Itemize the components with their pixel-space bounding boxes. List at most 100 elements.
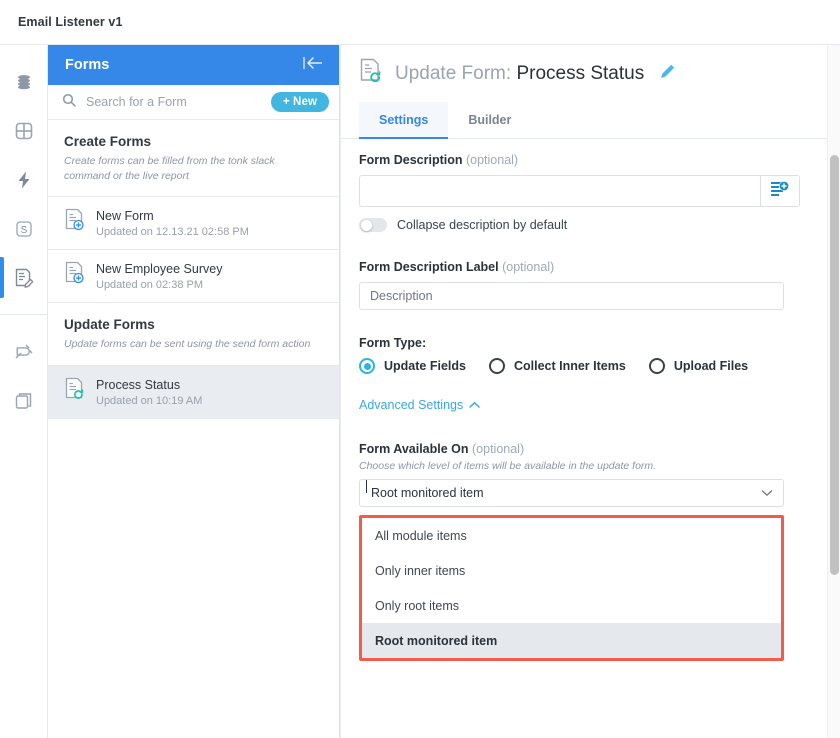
form-description-label-field-label: Form Description Label (optional) — [359, 260, 800, 274]
group-subtitle: Create forms can be filled from the tonk… — [64, 154, 323, 184]
collapse-description-toggle[interactable] — [359, 218, 387, 232]
s-badge-icon: S — [14, 219, 34, 239]
form-available-on-select[interactable]: Root monitored item — [359, 479, 784, 507]
page-title-value: Process Status — [516, 63, 644, 84]
form-description-input[interactable] — [359, 175, 760, 207]
rail-item-automations[interactable] — [0, 155, 47, 204]
insert-dynamic-value-button[interactable] — [760, 175, 800, 207]
radio-collect-inner-items[interactable] — [489, 358, 505, 374]
collapse-description-toggle-row: Collapse description by default — [359, 218, 800, 232]
tab-builder[interactable]: Builder — [448, 102, 531, 138]
settings-content: Form Description (optional) — [341, 139, 840, 738]
database-icon — [14, 72, 34, 92]
advanced-settings-toggle[interactable]: Advanced Settings — [359, 398, 480, 412]
radio-label-update-fields[interactable]: Update Fields — [384, 359, 466, 373]
form-add-icon — [64, 208, 86, 237]
tab-bar: Settings Builder — [341, 102, 840, 139]
window-title: Email Listener v1 — [18, 15, 123, 29]
chevron-up-icon — [469, 398, 480, 412]
form-available-on-hint: Choose which level of items will be avai… — [359, 460, 800, 472]
form-available-on-label: Form Available On (optional) — [359, 442, 800, 456]
forms-panel: Forms + New — [48, 45, 340, 738]
forms-search-row: + New — [48, 85, 339, 120]
app-body: S — [0, 45, 840, 738]
dropdown-option-only-inner-items[interactable]: Only inner items — [362, 553, 781, 588]
group-title: Update Forms — [64, 317, 323, 332]
group-subtitle: Update forms can be sent using the send … — [64, 337, 323, 352]
rail-item-s-badge[interactable]: S — [0, 204, 47, 253]
dropdown-option-all-module-items[interactable]: All module items — [362, 518, 781, 553]
copy-layers-icon — [14, 391, 34, 411]
chevron-down-icon — [761, 486, 773, 500]
form-available-on-selected-value: Root monitored item — [371, 486, 484, 500]
edit-title-button[interactable] — [659, 63, 676, 85]
collapse-left-icon — [301, 55, 325, 76]
collapse-description-toggle-label: Collapse description by default — [397, 218, 567, 232]
form-type-radio-group: Update Fields Collect Inner Items Upload… — [359, 358, 800, 374]
list-item-meta: Updated on 02:38 PM — [96, 279, 222, 291]
new-form-button[interactable]: + New — [271, 92, 329, 112]
form-description-label-text: Form Description — [359, 153, 463, 167]
list-item-text: Process Status Updated on 10:19 AM — [96, 377, 202, 407]
tab-settings[interactable]: Settings — [359, 102, 448, 138]
form-description-label-optional: (optional) — [502, 260, 554, 274]
form-add-icon — [64, 261, 86, 290]
form-available-on-dropdown: All module items Only inner items Only r… — [359, 515, 784, 661]
list-item-name: New Employee Survey — [96, 262, 222, 276]
toggle-knob — [361, 220, 372, 231]
form-description-label-text-2: Form Description Label — [359, 260, 499, 274]
board-grid-icon — [14, 121, 34, 141]
list-item[interactable]: New Form Updated on 12.13.21 02:58 PM — [48, 197, 339, 250]
list-item-name: New Form — [96, 209, 249, 223]
main-header: Update Form: Process Status — [341, 45, 840, 102]
form-description-optional: (optional) — [466, 153, 518, 167]
search-icon — [62, 93, 76, 112]
list-item[interactable]: New Employee Survey Updated on 02:38 PM — [48, 250, 339, 303]
rail-divider — [0, 314, 47, 315]
form-update-icon — [359, 58, 384, 90]
form-description-row — [359, 175, 800, 207]
rail-item-database[interactable] — [0, 57, 47, 106]
rail-item-boards[interactable] — [0, 106, 47, 155]
main-pane: Update Form: Process Status Settings Bui… — [340, 45, 840, 738]
dropdown-option-root-monitored-item[interactable]: Root monitored item — [362, 623, 781, 658]
forms-panel-header: Forms — [48, 45, 339, 85]
plug-connector-icon — [13, 341, 34, 362]
forms-panel-title: Forms — [65, 57, 109, 73]
radio-update-fields[interactable] — [359, 358, 375, 374]
form-type-label: Form Type: — [359, 336, 800, 350]
group-title: Create Forms — [64, 134, 323, 149]
list-item-text: New Employee Survey Updated on 02:38 PM — [96, 261, 222, 291]
form-available-on-optional: (optional) — [472, 442, 524, 456]
rail-item-integrations[interactable] — [0, 327, 47, 376]
page-title: Update Form: Process Status — [395, 63, 644, 85]
search-input[interactable] — [84, 94, 263, 110]
group-header-update-forms: Update Forms Update forms can be sent us… — [48, 303, 339, 365]
form-edit-icon — [13, 267, 34, 288]
svg-text:S: S — [20, 225, 27, 236]
window-title-bar: Email Listener v1 — [0, 0, 840, 45]
list-item-meta: Updated on 12.13.21 02:58 PM — [96, 226, 249, 238]
form-description-label-input[interactable] — [359, 282, 784, 310]
list-item-text: New Form Updated on 12.13.21 02:58 PM — [96, 208, 249, 238]
dropdown-option-only-root-items[interactable]: Only root items — [362, 588, 781, 623]
list-item-selected[interactable]: Process Status Updated on 10:19 AM — [48, 366, 339, 419]
list-item-meta: Updated on 10:19 AM — [96, 395, 202, 407]
lightning-bolt-icon — [14, 170, 34, 190]
radio-label-collect-inner-items[interactable]: Collect Inner Items — [514, 359, 626, 373]
list-item-name: Process Status — [96, 378, 202, 392]
rail-item-duplicates[interactable] — [0, 376, 47, 425]
radio-upload-files[interactable] — [649, 358, 665, 374]
collapse-panel-button[interactable] — [301, 55, 325, 76]
insert-text-icon — [770, 180, 790, 203]
radio-label-upload-files[interactable]: Upload Files — [674, 359, 748, 373]
group-header-create-forms: Create Forms Create forms can be filled … — [48, 120, 339, 197]
form-update-icon — [64, 377, 86, 406]
rail-item-forms[interactable] — [0, 253, 47, 302]
form-available-on-label-text: Form Available On — [359, 442, 469, 456]
scrollbar-thumb[interactable] — [830, 155, 839, 575]
advanced-settings-label: Advanced Settings — [359, 398, 463, 412]
vertical-scrollbar[interactable] — [827, 45, 840, 738]
left-icon-rail: S — [0, 45, 48, 738]
form-description-label: Form Description (optional) — [359, 153, 800, 167]
